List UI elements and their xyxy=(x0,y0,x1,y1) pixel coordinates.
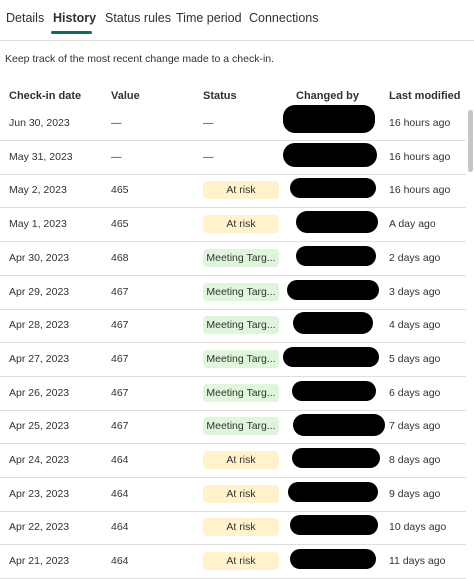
column-header-changed-by[interactable]: Changed by xyxy=(296,90,359,102)
checkin-date-cell: Apr 23, 2023 xyxy=(9,487,70,500)
changed-by-redacted xyxy=(290,515,378,536)
checkin-date-cell: Apr 29, 2023 xyxy=(9,285,70,298)
vertical-scrollbar[interactable] xyxy=(466,105,474,579)
column-header-status[interactable]: Status xyxy=(203,90,237,102)
table-row[interactable]: Apr 23, 2023 464 At risk 9 days ago xyxy=(0,478,466,512)
column-header-value[interactable]: Value xyxy=(111,90,140,102)
last-modified-cell: 16 hours ago xyxy=(389,150,451,163)
checkin-date-cell: Apr 26, 2023 xyxy=(9,386,70,399)
status-badge-meeting-target: Meeting Targ... xyxy=(203,417,279,436)
value-cell: 464 xyxy=(111,487,129,500)
changed-by-redacted xyxy=(283,142,377,167)
checkin-date-cell: Apr 30, 2023 xyxy=(9,251,70,264)
checkin-date-cell: Apr 21, 2023 xyxy=(9,555,70,568)
last-modified-cell: 5 days ago xyxy=(389,352,441,365)
checkin-date-cell: Jun 30, 2023 xyxy=(9,117,70,129)
last-modified-cell: 9 days ago xyxy=(389,487,441,500)
last-modified-cell: 6 days ago xyxy=(389,386,441,399)
active-tab-indicator xyxy=(51,31,92,34)
changed-by-redacted xyxy=(283,346,379,367)
tab-status-rules[interactable]: Status rules xyxy=(105,11,171,25)
status-badge-meeting-target: Meeting Targ... xyxy=(203,383,279,402)
changed-by-redacted xyxy=(296,245,376,266)
last-modified-cell: 3 days ago xyxy=(389,285,441,298)
checkin-date-cell: Apr 22, 2023 xyxy=(9,521,70,534)
status-badge-at-risk: At risk xyxy=(203,484,279,503)
status-badge-meeting-target: Meeting Targ... xyxy=(203,282,279,301)
value-cell: 464 xyxy=(111,555,129,568)
last-modified-cell: 2 days ago xyxy=(389,251,441,264)
value-cell: 467 xyxy=(111,386,129,399)
status-badge-meeting-target: Meeting Targ... xyxy=(203,349,279,368)
last-modified-cell: 10 days ago xyxy=(389,521,447,534)
changed-by-redacted xyxy=(290,178,376,199)
column-header-checkin-date[interactable]: Check-in date xyxy=(9,90,81,102)
value-cell: 465 xyxy=(111,184,129,197)
value-cell: — xyxy=(111,117,122,129)
value-cell: 464 xyxy=(111,521,129,534)
table-row[interactable]: Apr 21, 2023 464 At risk 11 days ago xyxy=(0,545,466,579)
status-badge-at-risk: At risk xyxy=(203,181,279,200)
checkin-date-cell: Apr 24, 2023 xyxy=(9,454,70,466)
value-cell: 464 xyxy=(111,454,129,466)
scrollbar-thumb[interactable] xyxy=(468,110,473,172)
last-modified-cell: 8 days ago xyxy=(389,454,441,466)
value-cell: 467 xyxy=(111,319,129,332)
value-cell: — xyxy=(111,150,122,163)
status-badge-meeting-target: Meeting Targ... xyxy=(203,248,279,267)
table-row[interactable]: Jun 30, 2023 — — 16 hours ago xyxy=(0,105,466,141)
checkin-date-cell: Apr 25, 2023 xyxy=(9,420,70,433)
tab-bar: Details History Status rules Time period… xyxy=(0,0,474,41)
status-badge-at-risk: At risk xyxy=(203,451,279,469)
history-description: Keep track of the most recent change mad… xyxy=(5,53,275,65)
value-cell: 467 xyxy=(111,285,129,298)
changed-by-redacted xyxy=(287,279,379,300)
value-cell: 467 xyxy=(111,420,129,433)
table-row[interactable]: Apr 25, 2023 467 Meeting Targ... 7 days ago xyxy=(0,410,466,445)
tab-history[interactable]: History xyxy=(53,11,96,25)
checkin-date-cell: Apr 28, 2023 xyxy=(9,319,70,332)
changed-by-redacted xyxy=(296,211,378,234)
last-modified-cell: 16 hours ago xyxy=(389,117,451,129)
checkin-date-cell: May 1, 2023 xyxy=(9,218,67,231)
status-cell-empty: — xyxy=(203,150,214,163)
table-row[interactable]: Apr 26, 2023 467 Meeting Targ... 6 days ago xyxy=(0,377,466,411)
checkin-date-cell: May 2, 2023 xyxy=(9,184,67,197)
value-cell: 465 xyxy=(111,218,129,231)
changed-by-redacted xyxy=(293,414,385,437)
table-row[interactable]: Apr 27, 2023 467 Meeting Targ... 5 days ago xyxy=(0,343,466,377)
checkin-date-cell: May 31, 2023 xyxy=(9,150,73,163)
tab-time-period[interactable]: Time period xyxy=(176,11,242,25)
last-modified-cell: 16 hours ago xyxy=(389,184,451,197)
changed-by-redacted xyxy=(283,105,375,133)
status-badge-at-risk: At risk xyxy=(203,552,279,571)
status-badge-at-risk: At risk xyxy=(203,518,279,537)
last-modified-cell: 7 days ago xyxy=(389,420,441,433)
table-row[interactable]: May 1, 2023 465 At risk A day ago xyxy=(0,208,466,243)
changed-by-redacted xyxy=(292,448,380,468)
column-header-last-modified[interactable]: Last modified xyxy=(389,90,461,102)
changed-by-redacted xyxy=(293,312,373,335)
last-modified-cell: 4 days ago xyxy=(389,319,441,332)
table-row[interactable]: May 31, 2023 — — 16 hours ago xyxy=(0,141,466,175)
status-cell-empty: — xyxy=(203,117,214,129)
changed-by-redacted xyxy=(288,481,378,502)
table-row[interactable]: Apr 30, 2023 468 Meeting Targ... 2 days ago xyxy=(0,242,466,276)
table-row[interactable]: Apr 24, 2023 464 At risk 8 days ago xyxy=(0,444,466,478)
changed-by-redacted xyxy=(290,549,376,570)
last-modified-cell: 11 days ago xyxy=(389,555,446,568)
tab-connections[interactable]: Connections xyxy=(249,11,319,25)
table-row[interactable]: Apr 28, 2023 467 Meeting Targ... 4 days ago xyxy=(0,309,466,344)
table-row[interactable]: Apr 29, 2023 467 Meeting Targ... 3 days ago xyxy=(0,276,466,310)
status-badge-at-risk: At risk xyxy=(203,215,279,234)
status-badge-meeting-target: Meeting Targ... xyxy=(203,316,279,335)
table-row[interactable]: Apr 22, 2023 464 At risk 10 days ago xyxy=(0,511,466,546)
value-cell: 467 xyxy=(111,352,129,365)
tab-details[interactable]: Details xyxy=(6,11,44,25)
changed-by-redacted xyxy=(292,380,376,401)
last-modified-cell: A day ago xyxy=(389,218,436,231)
table-row[interactable]: May 2, 2023 465 At risk 16 hours ago xyxy=(0,174,466,209)
value-cell: 468 xyxy=(111,251,129,264)
checkin-date-cell: Apr 27, 2023 xyxy=(9,352,70,365)
